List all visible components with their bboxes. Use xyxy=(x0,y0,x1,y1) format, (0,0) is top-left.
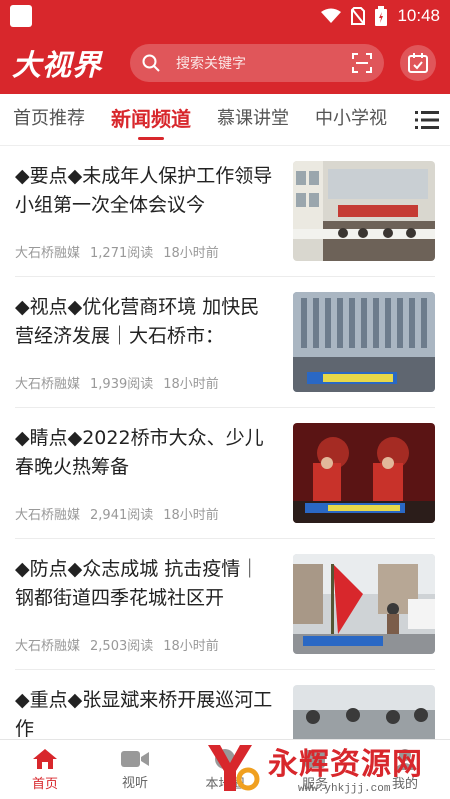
clock: 10:48 xyxy=(397,6,440,25)
article-title: ◆睛点◆2022桥市大众、少儿春晚火热筹备 xyxy=(15,427,264,478)
list-item[interactable]: ◆视点◆优化营商环境 加快民营经济发展｜大石桥市： 大石桥融媒 1,939阅读 … xyxy=(15,277,435,408)
watermark: 永辉资源网 www.yhkjjj.com xyxy=(200,735,450,799)
article-reads: 2,941阅读 xyxy=(90,508,154,523)
list-item[interactable]: ◆重点◆张显斌来桥开展巡河工作 xyxy=(15,670,435,739)
nav-video-label: 视听 xyxy=(121,775,148,791)
article-reads: 2,503阅读 xyxy=(90,639,154,654)
list-item[interactable]: ◆防点◆众志成城 抗击疫情｜钢都街道四季花城社区开 大石桥融媒 2,503阅读 … xyxy=(15,539,435,670)
tab-news-channel[interactable]: 新闻频道 xyxy=(98,94,204,145)
list-menu-icon xyxy=(415,111,439,129)
nav-video[interactable]: 视听 xyxy=(90,740,180,799)
article-source: 大石桥融媒 xyxy=(15,639,81,654)
article-thumbnail xyxy=(293,554,435,654)
article-source: 大石桥融媒 xyxy=(15,246,81,261)
article-thumbnail xyxy=(293,292,435,392)
no-sim-icon xyxy=(351,7,366,25)
status-bar: 10:48 xyxy=(0,0,450,32)
nav-home-label: 首页 xyxy=(31,776,58,792)
search-placeholder: 搜索关键字 xyxy=(176,56,246,72)
list-item[interactable]: ◆睛点◆2022桥市大众、少儿春晚火热筹备 大石桥融媒 2,941阅读 18小时… xyxy=(15,408,435,539)
article-reads: 1,939阅读 xyxy=(90,377,154,392)
watermark-title: 永辉资源网 xyxy=(268,747,423,782)
app-header: 大视界 搜索关键字 xyxy=(0,32,450,94)
article-meta: 大石桥融媒 1,939阅读 18小时前 xyxy=(15,373,219,392)
news-list: ◆要点◆未成年人保护工作领导小组第一次全体会议今 大石桥融媒 1,271阅读 1… xyxy=(0,146,450,739)
nav-home[interactable]: 首页 xyxy=(0,740,90,799)
article-time: 18小时前 xyxy=(163,508,219,523)
channel-tabs: 首页推荐 新闻频道 慕课讲堂 中小学视 xyxy=(0,94,450,146)
search-bar[interactable]: 搜索关键字 xyxy=(130,44,384,82)
article-source: 大石桥融媒 xyxy=(15,508,81,523)
article-thumbnail xyxy=(293,423,435,523)
article-title: ◆视点◆优化营商环境 加快民营经济发展｜大石桥市： xyxy=(15,296,260,347)
channel-menu-button[interactable] xyxy=(404,94,450,145)
article-time: 18小时前 xyxy=(163,246,219,261)
article-title: ◆重点◆张显斌来桥开展巡河工作 xyxy=(15,689,273,739)
calendar-icon xyxy=(408,53,428,73)
scan-icon[interactable] xyxy=(352,53,372,73)
article-meta: 大石桥融媒 2,503阅读 18小时前 xyxy=(15,635,219,654)
tab-mooc[interactable]: 慕课讲堂 xyxy=(204,94,302,145)
calendar-button[interactable] xyxy=(400,45,436,81)
notification-icon xyxy=(10,5,32,27)
battery-icon xyxy=(375,6,388,26)
article-title: ◆防点◆众志成城 抗击疫情｜钢都街道四季花城社区开 xyxy=(15,558,260,609)
article-thumbnail xyxy=(293,161,435,261)
video-camera-icon xyxy=(121,750,149,767)
article-reads: 1,271阅读 xyxy=(90,246,154,261)
article-title: ◆要点◆未成年人保护工作领导小组第一次全体会议今 xyxy=(15,165,273,216)
article-time: 18小时前 xyxy=(163,639,219,654)
article-time: 18小时前 xyxy=(163,377,219,392)
watermark-logo-icon xyxy=(208,745,260,791)
search-icon xyxy=(142,54,160,72)
wifi-icon xyxy=(321,8,342,23)
list-item[interactable]: ◆要点◆未成年人保护工作领导小组第一次全体会议今 大石桥融媒 1,271阅读 1… xyxy=(15,146,435,277)
app-logo: 大视界 xyxy=(12,48,103,82)
watermark-url: www.yhkjjj.com xyxy=(298,783,391,795)
article-thumbnail xyxy=(293,685,435,739)
article-meta: 大石桥融媒 1,271阅读 18小时前 xyxy=(15,242,219,261)
article-source: 大石桥融媒 xyxy=(15,377,81,392)
tab-home-recommend[interactable]: 首页推荐 xyxy=(0,94,98,145)
article-meta: 大石桥融媒 2,941阅读 18小时前 xyxy=(15,504,219,523)
home-icon xyxy=(33,748,57,769)
tab-school-video[interactable]: 中小学视 xyxy=(302,94,400,145)
